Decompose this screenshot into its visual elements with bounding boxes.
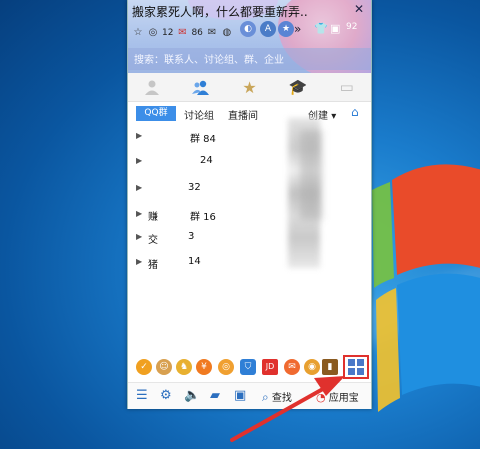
main-menu-icon[interactable]: ☰ xyxy=(136,388,148,403)
game-icon[interactable]: ✓ xyxy=(136,359,152,375)
subtab-qq-group[interactable]: QQ群 xyxy=(136,106,176,121)
star-icon: ★ xyxy=(242,77,257,97)
group-category[interactable]: ▶ 32 xyxy=(128,178,371,200)
group-subtabs: QQ群 讨论组 直播间 创建 ▾ ⌂ xyxy=(128,104,371,124)
app-store-icon: ◔ xyxy=(316,391,326,404)
book-icon[interactable]: ▮ xyxy=(322,359,338,375)
message-icon[interactable]: ✉ xyxy=(176,27,188,39)
app-manager-button[interactable] xyxy=(343,355,369,379)
tab-contacts[interactable] xyxy=(128,73,177,101)
tab-groups[interactable] xyxy=(177,73,226,101)
level-count: 92 xyxy=(346,22,358,32)
bottom-toolbar: ☰ ⚙ 🔈 ▰ ▣ ⌕ 查找 ◔ 应用宝 xyxy=(128,382,371,409)
gear-icon[interactable]: ⚙ xyxy=(160,388,172,403)
subtab-discussion[interactable]: 讨论组 xyxy=(184,107,214,122)
weibo-icon[interactable]: ◉ xyxy=(304,359,320,375)
visitor-icon[interactable]: ◎ xyxy=(147,27,159,39)
search-icon: ⌕ xyxy=(262,390,269,404)
app-store-button[interactable]: ◔ 应用宝 xyxy=(316,389,359,404)
mail-app-icon[interactable]: ✉ xyxy=(284,359,300,375)
vip-icon[interactable]: ▣ xyxy=(330,22,340,35)
qzone-icon[interactable]: ★ xyxy=(278,21,294,37)
chevron-down-icon: ▾ xyxy=(331,111,337,122)
expand-arrow-icon: ▶ xyxy=(136,232,143,241)
mail-icon[interactable]: ✉ xyxy=(206,27,218,39)
folder-icon[interactable]: ▰ xyxy=(210,388,220,403)
app-shortcut-bar: ✓ ☺ ♞ ¥ ◎ ⛉ JD ✉ ◉ ▮ xyxy=(128,356,371,380)
home-icon[interactable]: ⌂ xyxy=(351,105,359,119)
group-icon xyxy=(191,80,209,95)
search-input[interactable] xyxy=(132,50,366,70)
visitor-count: 12 xyxy=(162,28,174,38)
subtab-live[interactable]: 直播间 xyxy=(228,107,258,122)
group-category[interactable]: ▶ 交 3 xyxy=(128,227,371,249)
search-bar[interactable] xyxy=(128,48,371,70)
windows-logo xyxy=(372,164,480,412)
bookmark-icon[interactable]: ▣ xyxy=(234,388,246,403)
tab-education[interactable]: 🎓 xyxy=(274,73,323,101)
tab-favorites[interactable]: ★ xyxy=(225,73,274,101)
group-category[interactable]: ▶ 赚 群 16 xyxy=(128,204,371,226)
weather-icon[interactable]: ◐ xyxy=(240,21,256,37)
expand-arrow-icon: ▶ xyxy=(136,131,143,140)
clothes-icon[interactable]: 👕 xyxy=(314,22,328,35)
security-shield-icon[interactable]: ⛉ xyxy=(240,359,256,375)
expand-arrow-icon: ▶ xyxy=(136,209,143,218)
find-button[interactable]: ⌕ 查找 xyxy=(262,389,292,405)
star-icon[interactable]: ☆ xyxy=(132,27,144,39)
chat-bubble-icon: ▭ xyxy=(339,78,354,96)
account-icon[interactable]: A xyxy=(260,21,276,37)
qq-main-panel: 搬家累死人啊，什么都要重新弄.. ✕ ☆ ◎ 12 ✉ 86 ✉ ◍ ◐ A ★… xyxy=(127,0,372,409)
close-icon[interactable]: ✕ xyxy=(352,2,366,16)
pet-icon[interactable]: ♞ xyxy=(176,359,192,375)
people-icon[interactable]: ☺ xyxy=(156,359,172,375)
expand-arrow-icon: ▶ xyxy=(136,257,143,266)
graduation-cap-icon: 🎓 xyxy=(288,78,308,96)
coin-icon[interactable]: ◎ xyxy=(218,359,234,375)
wallet-icon[interactable]: ¥ xyxy=(196,359,212,375)
expand-arrow-icon: ▶ xyxy=(136,156,143,165)
tab-messages[interactable]: ▭ xyxy=(322,73,371,101)
message-count: 86 xyxy=(191,28,203,38)
main-tab-bar: ★ 🎓 ▭ xyxy=(128,73,371,102)
user-icon xyxy=(145,80,160,95)
speaker-icon[interactable]: 🔈 xyxy=(184,388,200,403)
expand-arrow-icon: ▶ xyxy=(136,183,143,192)
group-category[interactable]: ▶ 猪 14 xyxy=(128,252,371,274)
bag-icon[interactable]: ◍ xyxy=(221,27,233,39)
profile-header: 搬家累死人啊，什么都要重新弄.. ✕ ☆ ◎ 12 ✉ 86 ✉ ◍ ◐ A ★… xyxy=(128,0,371,73)
signature-text[interactable]: 搬家累死人啊，什么都要重新弄.. xyxy=(132,3,312,20)
group-category[interactable]: ▶ 群 84 xyxy=(128,126,371,148)
more-chevron-icon[interactable]: » xyxy=(294,22,301,36)
jd-icon[interactable]: JD xyxy=(262,359,278,375)
group-category[interactable]: ▶ 24 xyxy=(128,151,371,173)
